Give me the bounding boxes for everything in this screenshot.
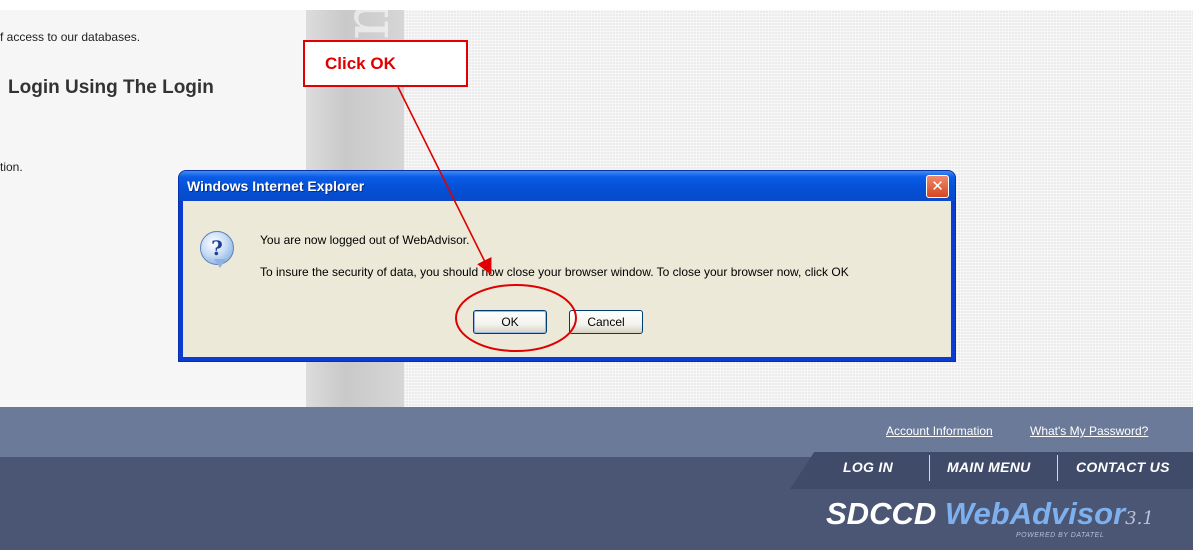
dialog-body: ? You are now logged out of WebAdvisor. … <box>183 201 951 357</box>
close-button[interactable]: ✕ <box>926 175 949 198</box>
close-icon: ✕ <box>931 177 944 195</box>
question-icon-tail <box>214 259 226 268</box>
brand-logo: SDCCD WebAdvisor3.1 <box>826 496 1154 532</box>
brand-powered-by: POWERED BY DATATEL <box>1016 532 1105 539</box>
brand-name: SDCCD <box>826 496 937 531</box>
brand-version: 3.1 <box>1125 508 1154 529</box>
nav-contact-us[interactable]: CONTACT US <box>1076 459 1170 475</box>
whats-my-password-link[interactable]: What's My Password? <box>1030 424 1148 438</box>
dialog-titlebar[interactable]: Windows Internet Explorer ✕ <box>179 171 955 201</box>
nav-divider <box>929 455 930 481</box>
dialog-message-close-browser: To insure the security of data, you shou… <box>260 265 849 279</box>
nav-log-in[interactable]: LOG IN <box>843 459 893 475</box>
nav-divider <box>1057 455 1058 481</box>
footer-top-band <box>0 407 1193 457</box>
annotation-callout: Click OK <box>303 40 468 87</box>
account-information-link[interactable]: Account Information <box>886 424 993 438</box>
page-text-databases: f access to our databases. <box>0 30 141 44</box>
banner-watermark: menu <box>330 0 404 40</box>
browser-page: menu f access to our databases. Login Us… <box>0 0 1193 550</box>
page-text-tion: tion. <box>0 160 23 174</box>
logout-dialog: Windows Internet Explorer ✕ ? You are no… <box>179 171 955 361</box>
page-heading: Login Using The Login <box>8 77 214 98</box>
brand-product: WebAdvisor <box>944 496 1126 531</box>
dialog-message-logged-out: You are now logged out of WebAdvisor. <box>260 233 470 247</box>
cancel-button[interactable]: Cancel <box>569 310 643 334</box>
ok-button[interactable]: OK <box>473 310 547 334</box>
dialog-title: Windows Internet Explorer <box>187 178 365 194</box>
nav-main-menu[interactable]: MAIN MENU <box>947 459 1031 475</box>
annotation-callout-text: Click OK <box>325 54 396 73</box>
